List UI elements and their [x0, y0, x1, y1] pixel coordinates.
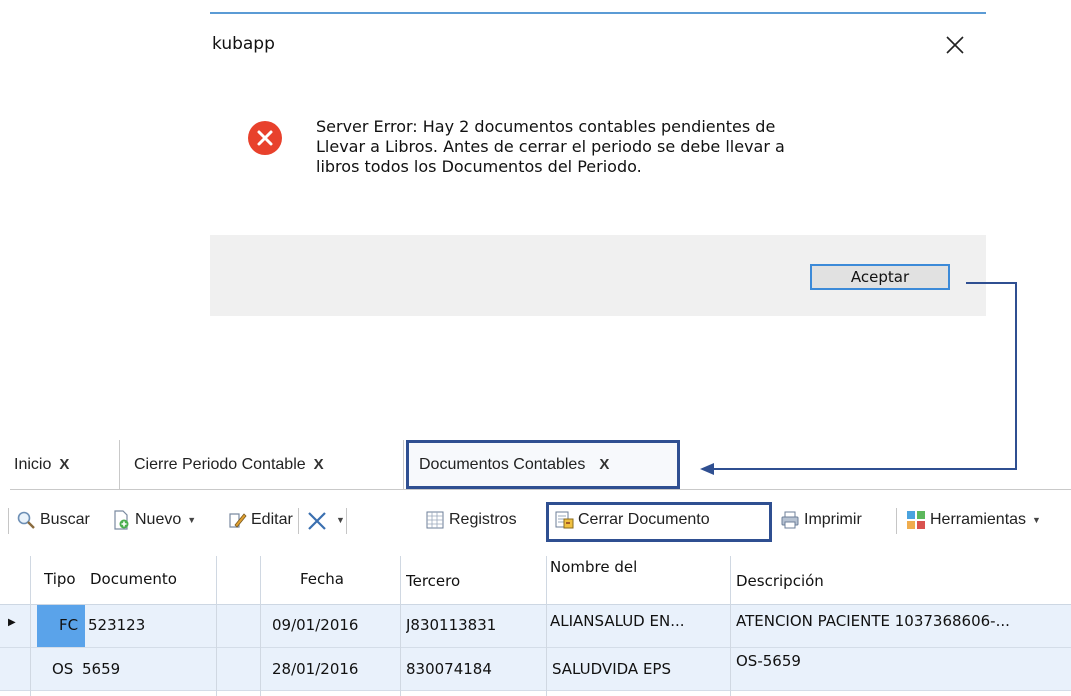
- registros-button[interactable]: Registros: [425, 508, 517, 532]
- column-divider: [30, 556, 31, 696]
- nuevo-button[interactable]: Nuevo ▼: [111, 508, 196, 532]
- editar-label: Editar: [251, 511, 293, 528]
- toolbar-separator: [298, 508, 299, 534]
- cell-tipo[interactable]: FC: [59, 616, 78, 634]
- cell-tercero[interactable]: 830074184: [406, 660, 492, 678]
- editar-button[interactable]: Editar: [227, 508, 293, 532]
- dialog-message: Server Error: Hay 2 documentos contables…: [316, 117, 956, 177]
- delete-x-icon: [306, 510, 326, 530]
- toolbar-grip: [8, 508, 9, 534]
- column-header[interactable]: Nombre del: [550, 558, 637, 576]
- message-line: Llevar a Libros. Antes de cerrar el peri…: [316, 137, 785, 156]
- row-pointer-icon: ▶: [8, 617, 16, 628]
- cell-documento[interactable]: 5659: [82, 660, 120, 678]
- message-line: libros todos los Documentos del Periodo.: [316, 157, 642, 176]
- cell-descripcion[interactable]: OS-5659: [736, 652, 801, 670]
- message-line: Server Error: Hay 2 documentos contables…: [316, 117, 776, 136]
- table-row[interactable]: ▶ FC 523123 09/01/2016 J830113831 ALIANS…: [0, 605, 1071, 648]
- registros-label: Registros: [449, 511, 517, 528]
- column-header[interactable]: Tercero: [406, 572, 460, 590]
- tools-grid-icon: [906, 510, 926, 530]
- herramientas-label: Herramientas: [930, 511, 1027, 528]
- column-header[interactable]: Fecha: [300, 570, 344, 588]
- column-divider: [730, 556, 731, 696]
- tab-documentos-contables[interactable]: Documentos Contables X: [406, 440, 680, 489]
- close-icon[interactable]: X: [59, 456, 69, 473]
- dialog-accent-bar: [210, 12, 986, 14]
- close-icon[interactable]: X: [314, 456, 324, 473]
- cell-documento[interactable]: 523123: [88, 616, 145, 634]
- table-row[interactable]: OS 5659 28/01/2016 830074184 SALUDVIDA E…: [0, 648, 1071, 691]
- close-icon[interactable]: [940, 32, 970, 58]
- search-icon: [16, 510, 36, 530]
- error-x-icon: [248, 121, 282, 155]
- cell-tercero[interactable]: J830113831: [406, 616, 496, 634]
- error-dialog: kubapp Server Error: Hay 2 documentos co…: [210, 12, 986, 316]
- chevron-down-icon[interactable]: ▼: [336, 515, 345, 525]
- buscar-button[interactable]: Buscar: [16, 508, 90, 532]
- tab-strip-divider: [10, 489, 1071, 490]
- tab-inicio[interactable]: Inicio X: [10, 440, 120, 489]
- accept-button[interactable]: Aceptar: [810, 264, 950, 290]
- toolbar: Buscar Nuevo ▼ Editar ▼ Registros Cerrar…: [0, 494, 1071, 548]
- tab-label: Documentos Contables: [419, 455, 586, 473]
- delete-button[interactable]: ▼: [306, 508, 345, 532]
- imprimir-label: Imprimir: [804, 511, 862, 528]
- nuevo-label: Nuevo: [135, 511, 182, 528]
- chevron-down-icon[interactable]: ▼: [187, 515, 196, 525]
- buscar-label: Buscar: [40, 511, 90, 528]
- cell-tipo[interactable]: OS: [52, 660, 73, 678]
- column-divider: [216, 556, 217, 696]
- printer-icon: [780, 510, 800, 530]
- column-divider: [546, 556, 547, 696]
- tab-cierre-periodo-contable[interactable]: Cierre Periodo Contable X: [120, 440, 404, 489]
- chevron-down-icon[interactable]: ▼: [1032, 515, 1041, 525]
- column-divider: [260, 556, 261, 696]
- tab-label: Cierre Periodo Contable: [134, 455, 306, 473]
- cell-fecha[interactable]: 28/01/2016: [272, 660, 358, 678]
- new-document-icon: [111, 510, 131, 530]
- column-divider: [400, 556, 401, 696]
- cerrar-documento-highlight: [546, 502, 772, 542]
- column-header[interactable]: Tipo: [44, 570, 76, 588]
- grid-header: Tipo Documento Fecha Tercero Nombre del …: [0, 556, 1071, 605]
- tab-strip: Inicio X Cierre Periodo Contable X Docum…: [10, 440, 1071, 490]
- toolbar-separator: [346, 508, 347, 534]
- dialog-footer: Aceptar: [210, 235, 986, 316]
- tab-label: Inicio: [14, 455, 52, 473]
- imprimir-button[interactable]: Imprimir: [780, 508, 862, 532]
- close-icon[interactable]: X: [599, 456, 609, 473]
- dialog-title: kubapp: [212, 34, 275, 54]
- table-icon: [425, 510, 445, 530]
- cell-descripcion[interactable]: ATENCION PACIENTE 1037368606-...: [736, 612, 1010, 630]
- column-header[interactable]: Descripción: [736, 572, 824, 590]
- pencil-icon: [227, 510, 247, 530]
- cell-nombre[interactable]: SALUDVIDA EPS: [552, 660, 671, 678]
- herramientas-button[interactable]: Herramientas ▼: [906, 508, 1041, 532]
- toolbar-separator: [896, 508, 897, 534]
- column-header[interactable]: Documento: [90, 570, 177, 588]
- documents-grid: Tipo Documento Fecha Tercero Nombre del …: [0, 556, 1071, 696]
- cell-nombre[interactable]: ALIANSALUD EN...: [550, 612, 685, 630]
- cell-fecha[interactable]: 09/01/2016: [272, 616, 358, 634]
